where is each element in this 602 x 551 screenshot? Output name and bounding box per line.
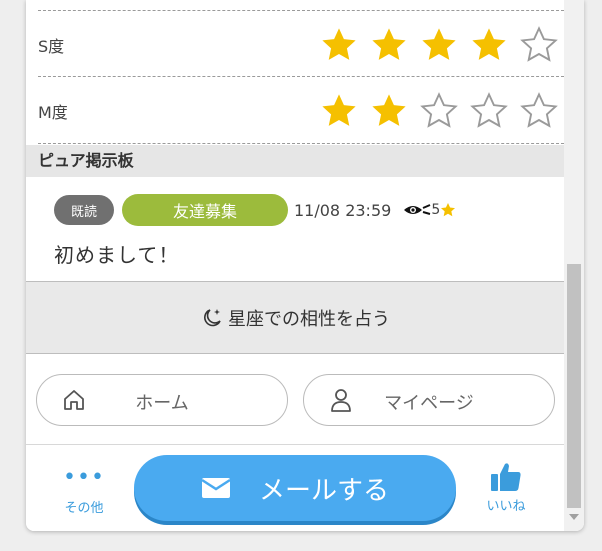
horoscope-button[interactable]: 星座での相性を占う: [26, 281, 564, 354]
scroll-down-arrow-icon[interactable]: [569, 514, 579, 520]
rating-row-m: M度: [38, 77, 564, 144]
rating-label-s: S度: [38, 37, 65, 56]
scrollbar-thumb[interactable]: [567, 264, 581, 508]
star-icon: [440, 202, 456, 218]
other-button[interactable]: ••• その他: [54, 465, 114, 517]
eye-icon: [403, 200, 431, 220]
mypage-label: マイページ: [384, 393, 474, 414]
post-meta: 既読 友達募集 11/08 23:59 5: [54, 194, 456, 226]
star-empty-icon: [464, 91, 514, 131]
rating-label-m: M度: [38, 103, 68, 122]
send-mail-label: メールする: [258, 475, 389, 506]
view-count: 5: [431, 202, 441, 218]
board-post[interactable]: 既読 友達募集 11/08 23:59 5 初めまして！: [26, 177, 564, 281]
thumbs-up-icon: [476, 461, 536, 495]
post-time: 11/08 23:59: [294, 200, 392, 220]
mail-icon: [201, 476, 231, 500]
rating-row-s: S度: [38, 10, 564, 77]
moon-icon: [200, 306, 224, 330]
send-mail-button[interactable]: メールする: [134, 455, 456, 521]
star-filled-icon: [414, 25, 464, 65]
other-label: その他: [64, 501, 104, 516]
category-badge: 友達募集: [122, 194, 288, 226]
bottom-action-bar: ••• その他 メールする いいね: [26, 444, 564, 531]
scrollbar[interactable]: [564, 0, 584, 531]
rating-stars-s: [314, 25, 564, 65]
more-dots-icon: •••: [63, 465, 105, 490]
star-filled-icon: [364, 25, 414, 65]
like-label: いいね: [486, 499, 526, 514]
rating-stars-m: [314, 91, 564, 131]
star-filled-icon: [464, 25, 514, 65]
like-button[interactable]: いいね: [476, 461, 536, 514]
star-empty-icon: [514, 91, 564, 131]
star-empty-icon: [414, 91, 464, 131]
star-empty-icon: [514, 25, 564, 65]
content-area: S度 M度 ピュア掲示板 既読 友達募集 11/08 23:59 5 初めまして…: [26, 0, 564, 531]
star-filled-icon: [314, 25, 364, 65]
mypage-button[interactable]: マイページ: [303, 374, 555, 426]
horoscope-label: 星座での相性を占う: [228, 308, 390, 330]
home-button[interactable]: ホーム: [36, 374, 288, 426]
star-filled-icon: [314, 91, 364, 131]
post-body: 初めまして！: [54, 243, 180, 267]
profile-card: S度 M度 ピュア掲示板 既読 友達募集 11/08 23:59 5 初めまして…: [26, 0, 584, 531]
read-badge: 既読: [54, 195, 114, 225]
star-filled-icon: [364, 91, 414, 131]
home-label: ホーム: [135, 393, 189, 414]
board-header: ピュア掲示板: [26, 145, 564, 177]
